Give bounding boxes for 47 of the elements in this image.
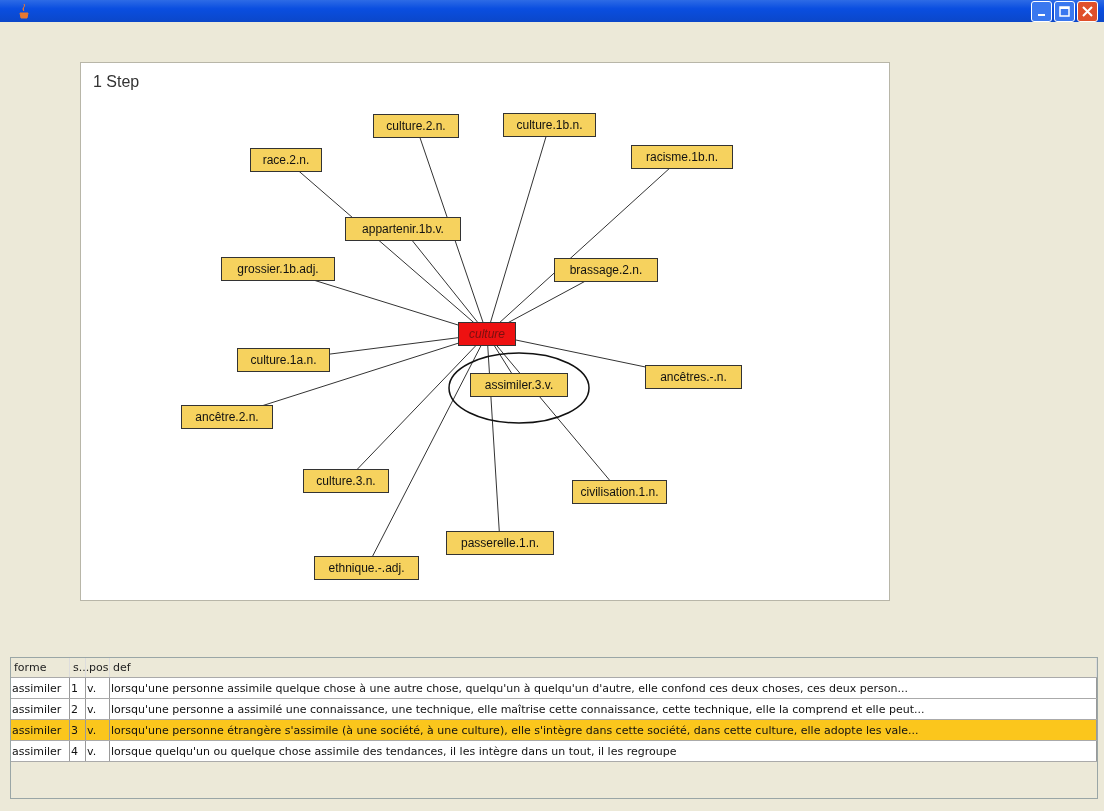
table-cell: v. — [86, 678, 110, 698]
table-cell: v. — [86, 741, 110, 761]
table-cell: assimiler — [11, 720, 70, 740]
graph-node[interactable]: culture.3.n. — [303, 469, 389, 493]
table-cell: lorsqu'une personne a assimilé une connaissance, une technique, elle maîtrise cette connaissance, cette technique, elle la comprend et elle peut... — [110, 699, 1097, 719]
graph-node[interactable]: ancêtres.-.n. — [645, 365, 742, 389]
table-cell: v. — [86, 699, 110, 719]
graph-node[interactable]: ethnique.-.adj. — [314, 556, 419, 580]
column-header[interactable]: def — [110, 658, 1097, 677]
table-cell: 1 — [70, 678, 86, 698]
graph-node[interactable]: culture.1b.n. — [503, 113, 596, 137]
maximize-icon — [1059, 5, 1070, 17]
close-icon — [1082, 5, 1093, 17]
graph-node[interactable]: assimiler.3.v. — [470, 373, 568, 397]
minimize-icon — [1038, 13, 1045, 16]
column-header[interactable]: pos — [86, 658, 110, 677]
graph-node[interactable]: civilisation.1.n. — [572, 480, 667, 504]
graph-node[interactable]: ancêtre.2.n. — [181, 405, 273, 429]
table-cell: assimiler — [11, 678, 70, 698]
table-cell: lorsque quelqu'un ou quelque chose assimile des tendances, il les intègre dans un tout, il les regroupe — [110, 741, 1097, 761]
table-row[interactable]: assimiler 3 v. lorsqu'une personne étrangère s'assimile (à une société, à une culture), elle s'intègre dans cette société, dans cette culture, elle adopte les vale... — [11, 720, 1097, 741]
minimize-button[interactable] — [1031, 0, 1052, 22]
graph-node[interactable]: grossier.1b.adj. — [221, 257, 335, 281]
graph-node[interactable]: culture.1a.n. — [237, 348, 330, 372]
column-header[interactable]: s... — [70, 658, 86, 677]
graph-node[interactable]: race.2.n. — [250, 148, 322, 172]
table-cell: 2 — [70, 699, 86, 719]
graph-node[interactable]: culture.2.n. — [373, 114, 459, 138]
table-cell: v. — [86, 720, 110, 740]
close-button[interactable] — [1077, 0, 1098, 22]
graph-node[interactable]: racisme.1b.n. — [631, 145, 733, 169]
graph-node[interactable]: passerelle.1.n. — [446, 531, 554, 555]
app-icon — [18, 3, 30, 19]
table-cell: assimiler — [11, 741, 70, 761]
maximize-button[interactable] — [1054, 0, 1075, 22]
graph-title: 1 Step — [93, 73, 140, 91]
table-cell: 4 — [70, 741, 86, 761]
table-cell: assimiler — [11, 699, 70, 719]
table-cell: 3 — [70, 720, 86, 740]
graph-node[interactable]: brassage.2.n. — [554, 258, 658, 282]
column-header[interactable]: forme — [11, 658, 70, 677]
table-cell: lorsqu'une personne assimile quelque chose à une autre chose, quelqu'un à quelqu'un d'autre, elle confond ces deux choses, ces deux person... — [110, 678, 1097, 698]
table-cell: lorsqu'une personne étrangère s'assimile (à une société, à une culture), elle s'intègre dans cette société, dans cette culture, elle adopte les vale... — [110, 720, 1097, 740]
table-row[interactable]: assimiler 4 v. lorsque quelqu'un ou quelque chose assimile des tendances, il les intègre dans un tout, il les regroupe — [11, 741, 1097, 762]
table-row[interactable]: assimiler 2 v. lorsqu'une personne a assimilé une connaissance, une technique, elle maîtrise cette connaissance, cette technique, elle la comprend et elle peut... — [11, 699, 1097, 720]
table-row[interactable]: assimiler 1 v. lorsqu'une personne assimile quelque chose à une autre chose, quelqu'un à quelqu'un d'autre, elle confond ces deux choses, ces deux person... — [11, 678, 1097, 699]
graph-node[interactable]: appartenir.1b.v. — [345, 217, 461, 241]
